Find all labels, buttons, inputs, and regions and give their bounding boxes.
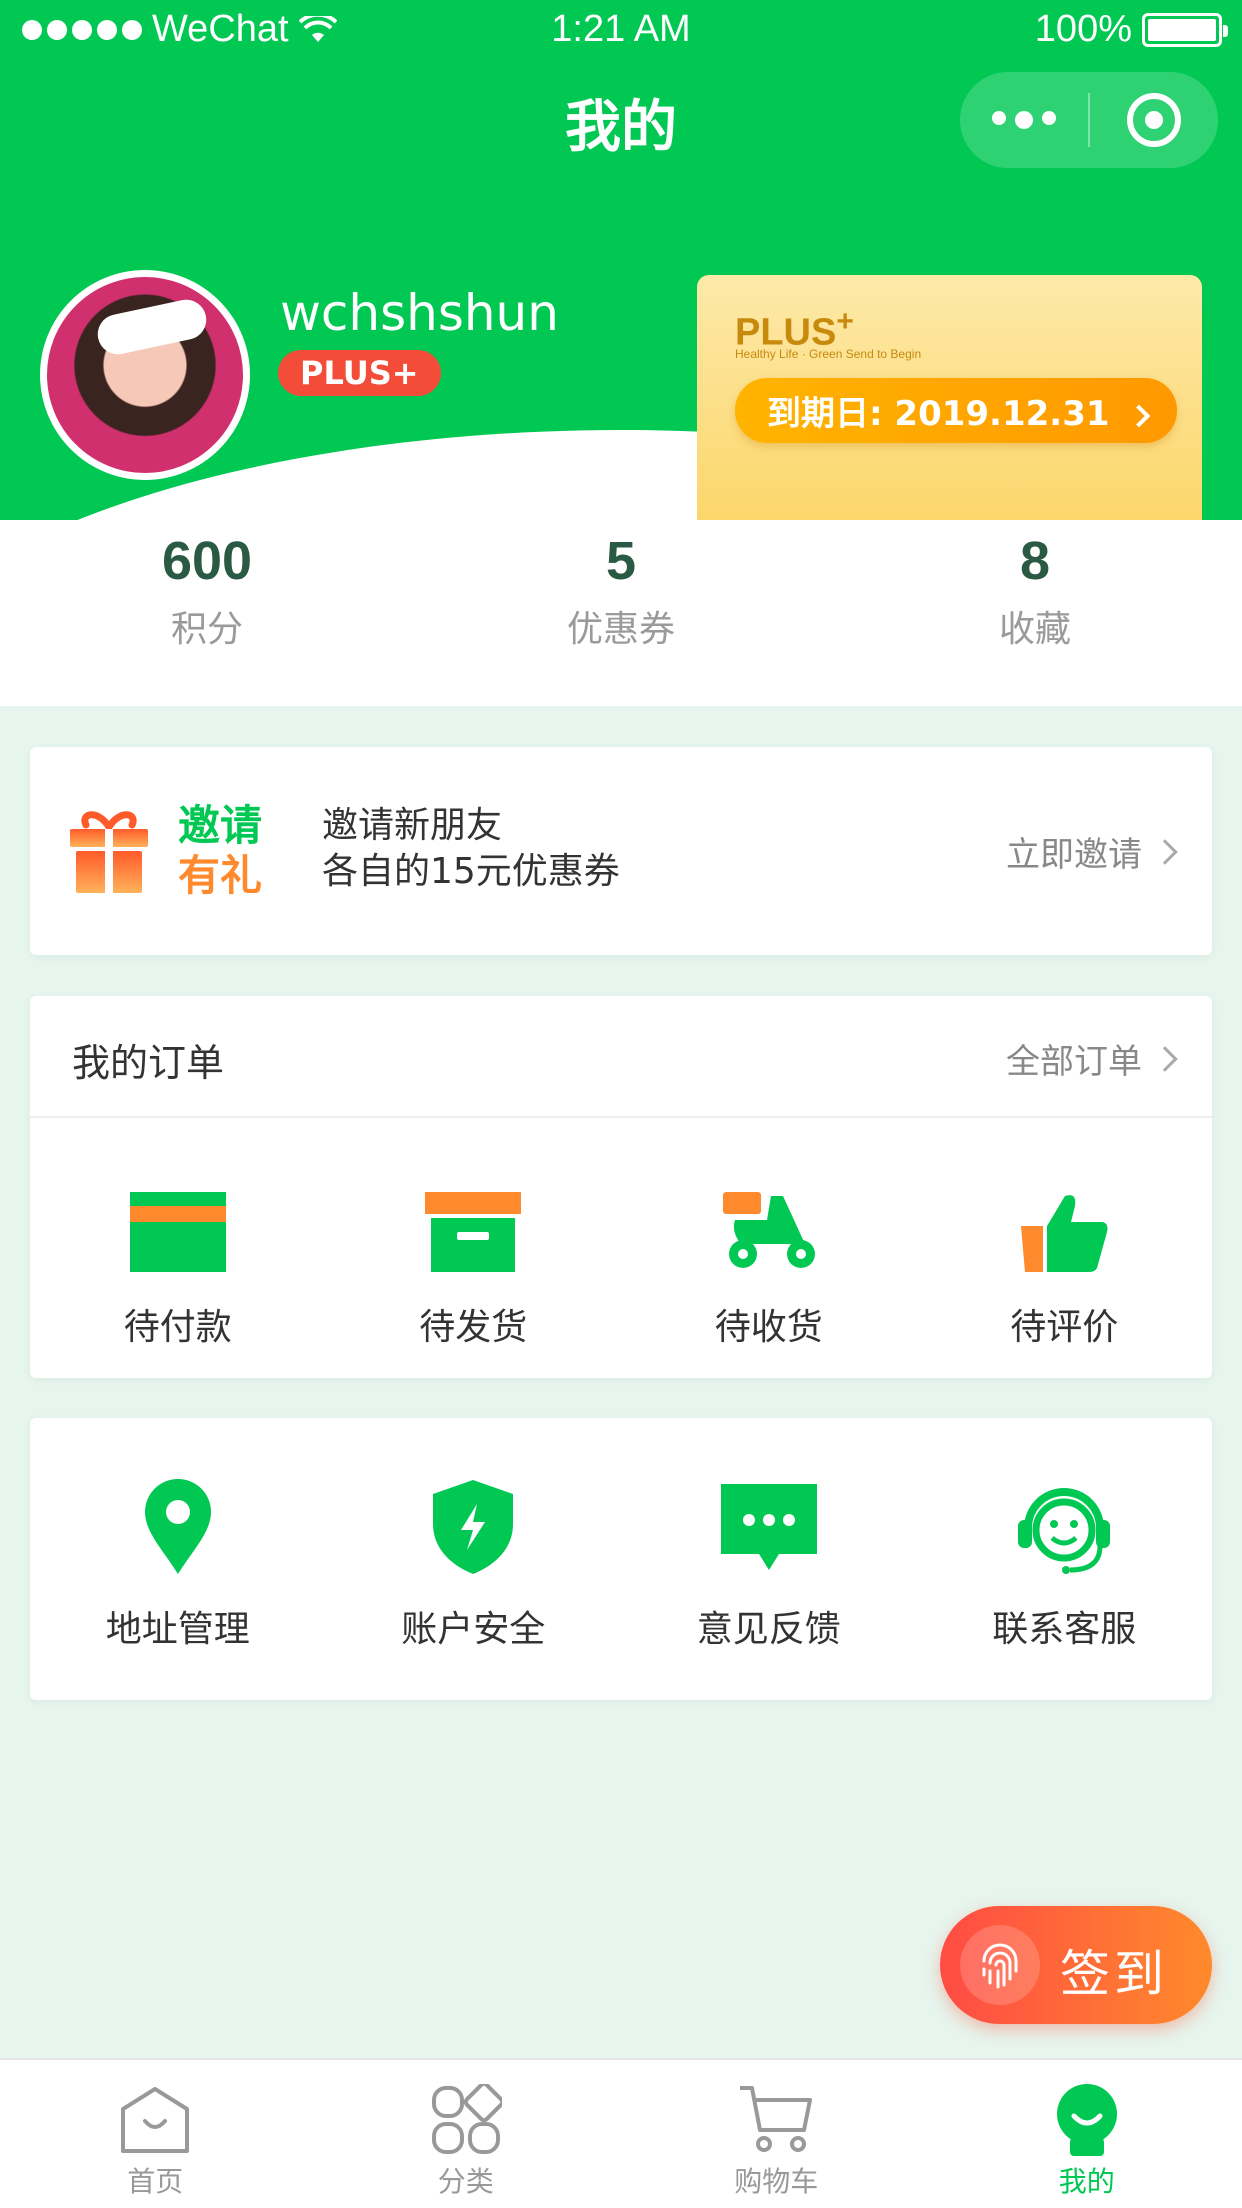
order-pending-review[interactable]: 待评价: [917, 1176, 1213, 1350]
profile-header: WeChat 1:21 AM 100% 我的 wchshshun PLUS+ P…: [0, 0, 1242, 520]
scooter-icon: [722, 1192, 815, 1268]
fingerprint-icon: [960, 1925, 1040, 2005]
service-label: 地址管理: [105, 1609, 250, 1650]
all-orders-label: 全部订单: [1006, 1042, 1142, 1082]
service-label: 联系客服: [992, 1609, 1137, 1650]
service-label: 账户安全: [401, 1609, 546, 1650]
stat-value: 600: [161, 531, 253, 591]
status-bar: WeChat 1:21 AM 100%: [0, 0, 1242, 60]
stat-value: 5: [605, 531, 637, 591]
invite-now-label: 立即邀请: [1006, 835, 1142, 875]
sign-in-button[interactable]: 签到: [940, 1906, 1212, 2024]
tab-cart[interactable]: 购物车: [621, 2060, 932, 2208]
customer-service[interactable]: 联系客服: [917, 1478, 1213, 1652]
all-orders-link[interactable]: 全部订单: [1006, 1034, 1178, 1083]
services-row: 地址管理 账户安全 意见反馈 联系客服: [30, 1478, 1212, 1652]
cart-icon: [740, 2086, 813, 2152]
invite-tag: 邀请 有礼: [178, 801, 262, 901]
stat-label: 优惠券: [566, 609, 675, 650]
orders-header: 我的订单 全部订单: [30, 996, 1212, 1118]
miniprogram-capsule: [960, 72, 1218, 168]
service-label: 意见反馈: [696, 1609, 841, 1650]
stat-coupons[interactable]: 5 优惠券: [414, 530, 828, 652]
chevron-right-icon: [1152, 1045, 1178, 1072]
tab-label: 首页: [127, 2165, 184, 2198]
tab-bar: 首页 分类 购物车 我的: [0, 2058, 1242, 2208]
card-icon: [129, 1192, 226, 1272]
plus-card-slogan: Healthy Life · Green Send to Begin: [735, 347, 922, 361]
box-icon: [425, 1192, 522, 1272]
invite-text-line1: 邀请新朋友: [322, 805, 503, 846]
order-status-label: 待发货: [419, 1307, 528, 1348]
order-status-row: 待付款 待发货 待收货 待评价: [30, 1176, 1212, 1350]
username: wchshshun: [280, 284, 559, 342]
headset-icon: [1018, 1488, 1111, 1574]
category-icon: [431, 2084, 502, 2154]
account-security[interactable]: 账户安全: [326, 1478, 622, 1652]
invite-tag-line1: 邀请: [178, 801, 263, 850]
plus-membership-card[interactable]: PLUS+ Healthy Life · Green Send to Begin…: [697, 275, 1202, 520]
stats-row: 600 积分 5 优惠券 8 收藏: [0, 520, 1242, 706]
avatar[interactable]: [40, 270, 250, 480]
battery-icon: [1142, 12, 1228, 47]
stat-label: 积分: [170, 609, 243, 650]
chevron-right-icon: [1152, 838, 1178, 865]
tab-home[interactable]: 首页: [0, 2060, 311, 2208]
address-management[interactable]: 地址管理: [30, 1478, 326, 1652]
target-icon: [1127, 93, 1181, 147]
tab-profile[interactable]: 我的: [932, 2060, 1242, 2208]
close-miniprogram-button[interactable]: [1090, 93, 1218, 147]
thumbs-up-icon: [1021, 1195, 1108, 1272]
order-status-label: 待收货: [714, 1307, 823, 1348]
orders-title: 我的订单: [72, 1041, 225, 1085]
more-menu-icon[interactable]: [960, 111, 1088, 129]
home-icon: [121, 2087, 190, 2153]
shield-icon: [433, 1480, 514, 1574]
order-status-label: 待付款: [123, 1307, 232, 1348]
invite-description: 邀请新朋友 各自的15元优惠券: [322, 803, 620, 895]
plus-badge: PLUS+: [278, 350, 441, 396]
plus-expire-label: 到期日: 2019.12.31: [767, 394, 1110, 434]
services-card: 地址管理 账户安全 意见反馈 联系客服: [30, 1418, 1212, 1700]
tab-category[interactable]: 分类: [311, 2060, 622, 2208]
chevron-right-icon: [1128, 404, 1151, 427]
battery-percent: 100%: [1034, 8, 1132, 50]
stat-value: 8: [1019, 531, 1051, 591]
tab-label: 我的: [1058, 2165, 1115, 2198]
order-pending-receipt[interactable]: 待收货: [621, 1176, 917, 1350]
plus-expire-button[interactable]: 到期日: 2019.12.31: [735, 378, 1178, 443]
location-pin-icon: [144, 1479, 211, 1574]
order-pending-shipment[interactable]: 待发货: [326, 1176, 622, 1350]
invite-now-link[interactable]: 立即邀请: [1006, 827, 1178, 876]
chat-bubble-icon: [720, 1484, 817, 1570]
stat-points[interactable]: 600 积分: [0, 530, 414, 652]
tab-label: 购物车: [734, 2165, 819, 2198]
feedback[interactable]: 意见反馈: [621, 1478, 917, 1652]
stat-label: 收藏: [998, 609, 1071, 650]
profile-icon: [1056, 2084, 1117, 2156]
order-pending-payment[interactable]: 待付款: [30, 1176, 326, 1350]
gift-icon: [70, 811, 148, 893]
invite-text-line2: 各自的15元优惠券: [322, 851, 620, 892]
orders-card: 我的订单 全部订单 待付款 待发货 待收货 待评价: [30, 996, 1212, 1378]
stat-favorites[interactable]: 8 收藏: [828, 530, 1242, 652]
order-status-label: 待评价: [1010, 1307, 1119, 1348]
sign-in-label: 签到: [1060, 1945, 1168, 2003]
invite-tag-line2: 有礼: [178, 851, 263, 900]
invite-card[interactable]: 邀请 有礼 邀请新朋友 各自的15元优惠券 立即邀请: [30, 747, 1212, 955]
tab-label: 分类: [437, 2165, 494, 2198]
